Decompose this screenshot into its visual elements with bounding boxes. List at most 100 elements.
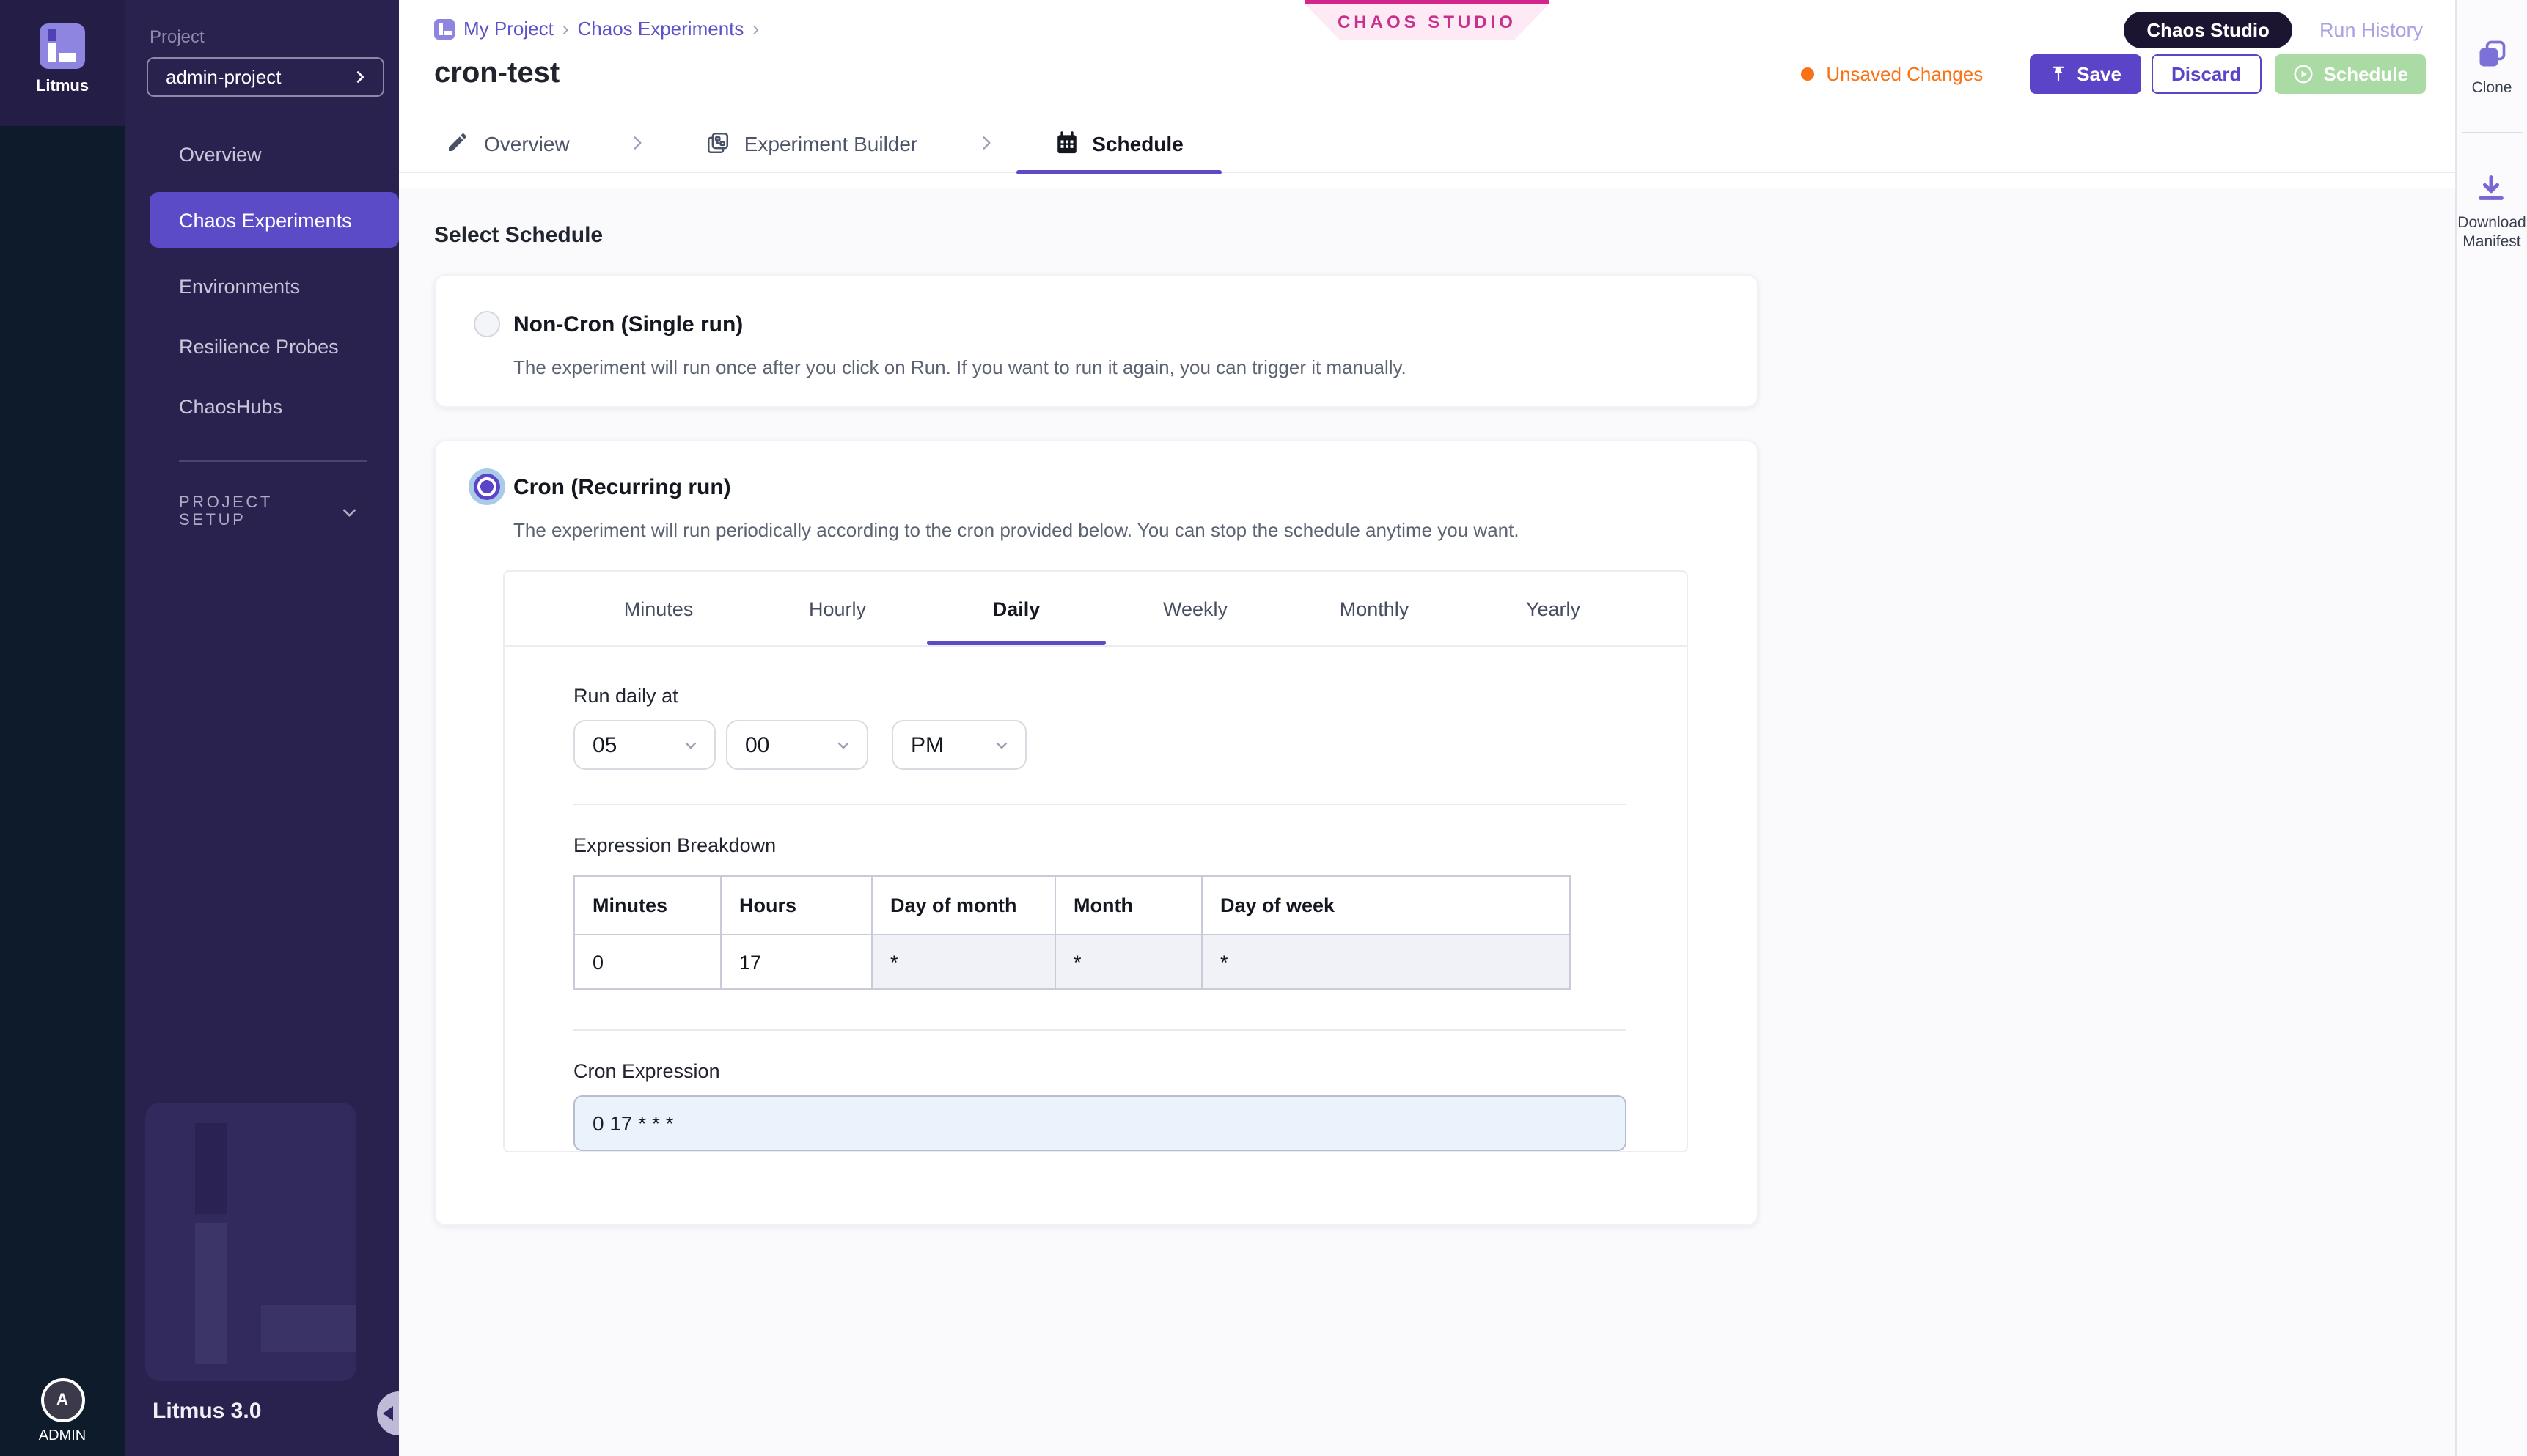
- avatar[interactable]: A: [40, 1378, 84, 1422]
- schedule-button-disabled[interactable]: Schedule: [2275, 54, 2426, 94]
- cron-tab-minutes[interactable]: Minutes: [569, 598, 748, 645]
- sidebar-item-chaos-experiments[interactable]: Chaos Experiments: [150, 192, 399, 248]
- breakdown-col-header: Hours: [721, 876, 872, 935]
- select-schedule-heading: Select Schedule: [434, 223, 2455, 248]
- right-action-rail: Clone Download Manifest: [2455, 0, 2527, 1456]
- sidebar: Project admin-project Overview Chaos Expe…: [125, 0, 399, 1456]
- chaos-studio-badge-label: CHAOS STUDIO: [1305, 4, 1549, 40]
- run-daily-at-label: Run daily at: [573, 685, 1687, 707]
- brand-name: Litmus: [36, 78, 89, 95]
- breadcrumb-separator: ›: [562, 18, 569, 40]
- download-icon: [2475, 171, 2509, 205]
- sidebar-collapse-button[interactable]: [377, 1391, 399, 1435]
- chevron-right-icon: [628, 133, 648, 152]
- meridiem-select[interactable]: PM: [892, 720, 1027, 770]
- clone-icon: [2476, 38, 2508, 70]
- sidebar-divider: [179, 460, 367, 462]
- download-label-2: Manifest: [2457, 234, 2526, 254]
- cron-expression-label: Cron Expression: [573, 1060, 1687, 1082]
- chevron-right-icon: [976, 133, 995, 152]
- project-label: Project: [150, 26, 399, 47]
- non-cron-option-card[interactable]: Non-Cron (Single run) The experiment wil…: [434, 274, 1758, 408]
- studio-tabs: Overview Experiment Builder Schedule: [399, 114, 2455, 173]
- expression-breakdown-heading: Expression Breakdown: [573, 834, 1687, 856]
- cron-description: The experiment will run periodically acc…: [513, 519, 1757, 541]
- project-selector[interactable]: admin-project: [147, 57, 384, 97]
- collapse-left-icon: [383, 1406, 393, 1421]
- cron-tab-monthly[interactable]: Monthly: [1285, 598, 1464, 645]
- divider: [2462, 131, 2522, 133]
- main-area: CHAOS STUDIO Chaos Studio Run History My…: [399, 0, 2455, 1456]
- sidebar-item-overview[interactable]: Overview: [125, 132, 399, 176]
- breakdown-cell: 17: [721, 935, 872, 989]
- tab-label: Experiment Builder: [744, 131, 918, 155]
- hour-select[interactable]: 05: [573, 720, 716, 770]
- play-circle-icon: [2292, 63, 2314, 85]
- chevron-down-icon: [835, 736, 852, 754]
- tab-label: Overview: [484, 131, 570, 155]
- pencil-icon: [446, 130, 471, 155]
- cron-expression-input[interactable]: [573, 1095, 1626, 1151]
- sidebar-item-chaoshubs[interactable]: ChaosHubs: [125, 384, 399, 428]
- tab-schedule[interactable]: Schedule: [1048, 114, 1189, 172]
- chaos-studio-badge: CHAOS STUDIO: [1305, 0, 1549, 40]
- breakdown-cell: *: [1202, 935, 1570, 989]
- non-cron-radio[interactable]: [474, 311, 500, 337]
- builder-icon: [706, 130, 731, 155]
- download-manifest-action[interactable]: Download Manifest: [2457, 171, 2526, 254]
- sidebar-item-environments[interactable]: Environments: [125, 264, 399, 308]
- sidebar-section-project-setup[interactable]: PROJECT SETUP: [179, 494, 358, 529]
- cron-radio-selected[interactable]: [474, 474, 500, 500]
- app-version: Litmus 3.0: [153, 1399, 261, 1424]
- litmus-logo-block[interactable]: Litmus: [0, 0, 125, 126]
- unsaved-changes-label: Unsaved Changes: [1826, 63, 1983, 85]
- minute-select[interactable]: 00: [726, 720, 868, 770]
- cron-option-card: Cron (Recurring run) The experiment will…: [434, 440, 1758, 1226]
- toggle-run-history[interactable]: Run History: [2319, 19, 2423, 41]
- cron-title: Cron (Recurring run): [513, 474, 731, 499]
- cron-tab-yearly[interactable]: Yearly: [1464, 598, 1643, 645]
- breadcrumb-link[interactable]: Chaos Experiments: [578, 18, 744, 40]
- clone-action[interactable]: Clone: [2472, 38, 2512, 99]
- breakdown-col-header: Month: [1055, 876, 1202, 935]
- toggle-chaos-studio[interactable]: Chaos Studio: [2123, 12, 2293, 48]
- download-label-1: Download: [2457, 213, 2526, 233]
- breadcrumb-link[interactable]: My Project: [463, 18, 554, 40]
- breakdown-col-header: Day of month: [872, 876, 1055, 935]
- project-name: admin-project: [166, 66, 282, 88]
- cron-tab-hourly[interactable]: Hourly: [748, 598, 927, 645]
- unsaved-dot-icon: [1801, 67, 1814, 81]
- user-menu[interactable]: A ADMIN: [0, 1378, 125, 1444]
- cron-tab-daily[interactable]: Daily: [927, 598, 1106, 645]
- save-button[interactable]: Save: [2030, 54, 2141, 94]
- litmus-logo-icon: [40, 23, 85, 69]
- user-role-label: ADMIN: [39, 1428, 86, 1444]
- cron-tab-weekly[interactable]: Weekly: [1106, 598, 1285, 645]
- breadcrumb-separator: ›: [752, 18, 759, 40]
- tab-experiment-builder[interactable]: Experiment Builder: [700, 114, 924, 172]
- project-setup-label: PROJECT SETUP: [179, 494, 340, 529]
- chevron-down-icon: [682, 736, 700, 754]
- breakdown-cell: *: [872, 935, 1055, 989]
- chevron-down-icon: [340, 502, 358, 521]
- litmus-watermark: [145, 1103, 356, 1381]
- divider: [573, 804, 1626, 805]
- sidebar-item-resilience-probes[interactable]: Resilience Probes: [125, 324, 399, 368]
- tab-overview[interactable]: Overview: [440, 114, 576, 172]
- litmus-app: Litmus A ADMIN Project admin-project Ove…: [0, 0, 2527, 1456]
- schedule-content: Select Schedule Non-Cron (Single run) Th…: [399, 188, 2455, 1456]
- chevron-right-icon: [352, 69, 368, 85]
- non-cron-description: The experiment will run once after you c…: [513, 356, 1757, 378]
- left-icon-rail: Litmus A ADMIN: [0, 0, 125, 1456]
- breakdown-col-header: Day of week: [1202, 876, 1570, 935]
- page-title: cron-test: [434, 57, 560, 91]
- unsaved-changes-status: Unsaved Changes: [1801, 63, 1983, 85]
- calendar-icon: [1054, 130, 1079, 155]
- discard-button[interactable]: Discard: [2151, 54, 2262, 94]
- breakdown-col-header: Minutes: [574, 876, 721, 935]
- page-header: CHAOS STUDIO Chaos Studio Run History My…: [399, 0, 2455, 188]
- breakdown-cell: *: [1055, 935, 1202, 989]
- chevron-down-icon: [993, 736, 1011, 754]
- non-cron-title: Non-Cron (Single run): [513, 312, 743, 337]
- expression-breakdown-table: MinutesHoursDay of monthMonthDay of week…: [573, 875, 1571, 990]
